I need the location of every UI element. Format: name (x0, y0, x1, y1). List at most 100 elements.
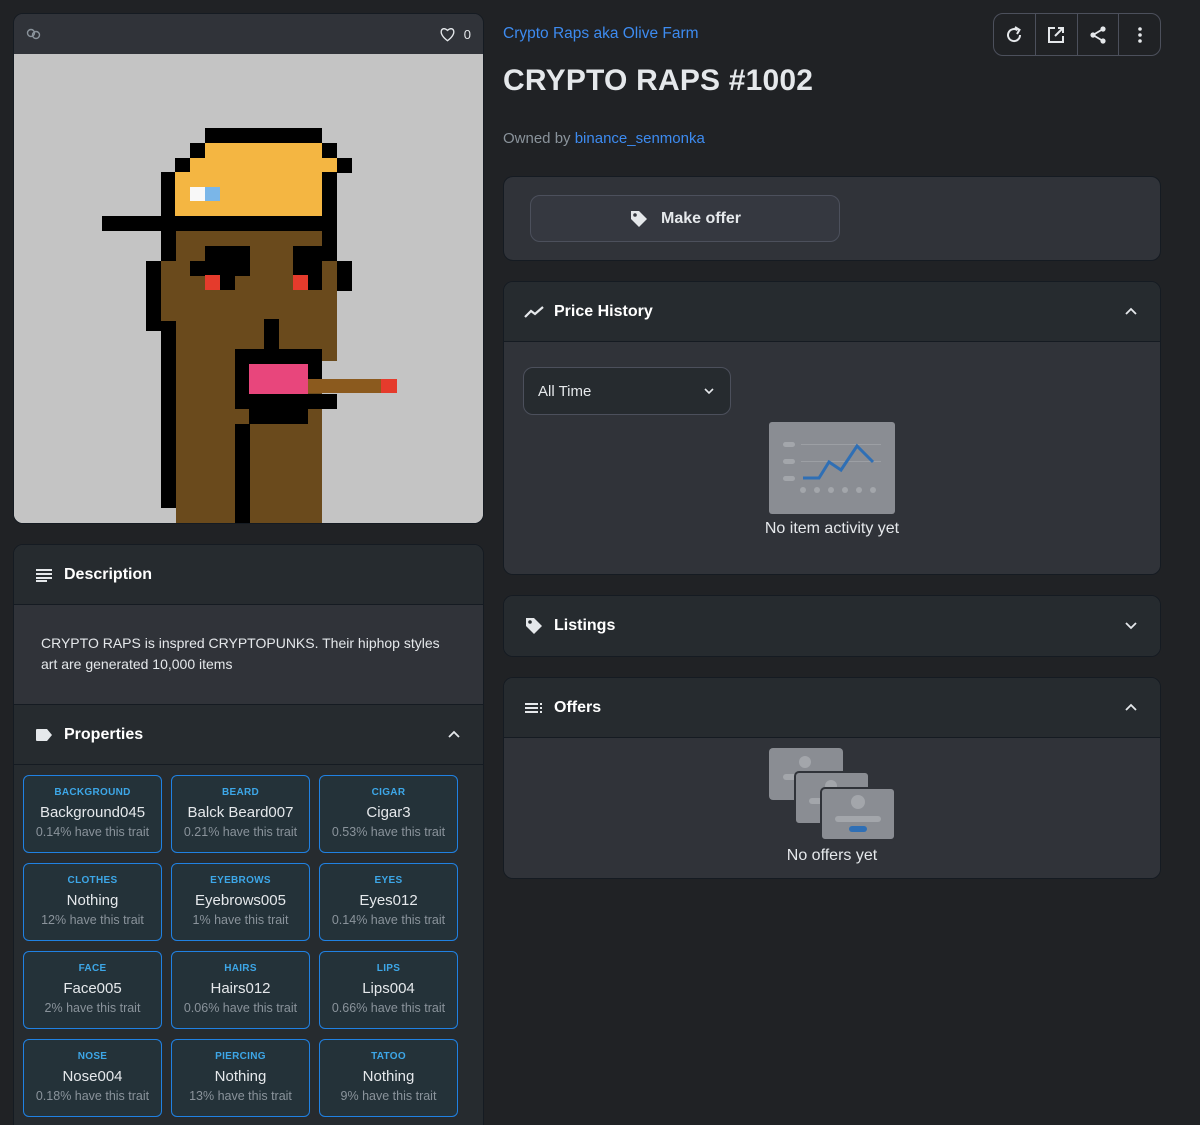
trait-type: TATOO (371, 1051, 406, 1062)
trait-type: PIERCING (215, 1051, 266, 1062)
trait-type: LIPS (376, 963, 401, 974)
trait-card-clothes[interactable]: CLOTHES Nothing 12% have this trait (23, 863, 162, 941)
favorite-count: 0 (463, 26, 471, 42)
lines-icon (34, 565, 54, 585)
trait-rarity: 2% have this trait (44, 1001, 141, 1015)
refresh-button[interactable] (994, 14, 1036, 55)
chevron-down-icon[interactable] (1124, 618, 1138, 632)
chevron-up-icon[interactable] (447, 727, 461, 741)
trait-rarity: 0.14% have this trait (331, 913, 446, 927)
owned-by: Owned by binance_senmonka (503, 130, 1161, 147)
listings-header[interactable]: Listings (504, 596, 1160, 656)
make-offer-button[interactable]: Make offer (530, 195, 840, 242)
chevron-up-icon[interactable] (1124, 304, 1138, 318)
trait-rarity: 0.14% have this trait (35, 825, 150, 839)
owner-link[interactable]: binance_senmonka (575, 130, 705, 147)
price-history-title: Price History (554, 302, 653, 320)
more-options-button[interactable] (1119, 14, 1160, 55)
trait-rarity: 12% have this trait (41, 913, 144, 927)
trait-rarity: 0.21% have this trait (183, 825, 298, 839)
offers-empty-text: No offers yet (786, 847, 878, 864)
trait-value: Nothing (66, 892, 119, 909)
trait-card-tatoo[interactable]: TATOO Nothing 9% have this trait (319, 1039, 458, 1117)
properties-title: Properties (64, 725, 144, 743)
trait-card-cigar[interactable]: CIGAR Cigar3 0.53% have this trait (319, 775, 458, 853)
trait-rarity: 0.18% have this trait (35, 1089, 150, 1103)
image-card-header: 0 (14, 14, 483, 54)
empty-chart-icon (769, 422, 895, 519)
trait-type: EYEBROWS (210, 875, 271, 886)
trait-card-piercing[interactable]: PIERCING Nothing 13% have this trait (171, 1039, 310, 1117)
trait-value: Lips004 (362, 980, 415, 997)
trait-value: Eyes012 (359, 892, 418, 909)
price-tag-icon (524, 616, 544, 636)
external-link-icon (1048, 26, 1065, 43)
description-header[interactable]: Description (14, 545, 483, 605)
price-history-panel: Price History All Time No item activity … (503, 281, 1161, 575)
chevron-down-icon (704, 388, 714, 395)
trait-card-nose[interactable]: NOSE Nose004 0.18% have this trait (23, 1039, 162, 1117)
properties-header[interactable]: Properties (14, 705, 483, 765)
trait-value: Balck Beard007 (187, 804, 294, 821)
description-text: CRYPTO RAPS is inspred CRYPTOPUNKS. Thei… (14, 605, 483, 704)
right-column: Crypto Raps aka Olive Farm CRYPTO RAPS #… (503, 13, 1161, 879)
empty-offers-icon (769, 748, 897, 847)
heart-icon (440, 27, 455, 41)
price-history-header[interactable]: Price History (504, 282, 1160, 342)
trait-type: CLOTHES (67, 875, 118, 886)
offers-body: No offers yet (504, 738, 1160, 878)
trait-type: CIGAR (371, 787, 406, 798)
nft-image[interactable] (14, 54, 483, 523)
trait-type: HAIRS (224, 963, 257, 974)
trait-value: Face005 (63, 980, 122, 997)
chevron-up-icon[interactable] (1124, 700, 1138, 714)
trait-card-hairs[interactable]: HAIRS Hairs012 0.06% have this trait (171, 951, 310, 1029)
item-title: CRYPTO RAPS #1002 (503, 64, 814, 97)
owned-by-label: Owned by (503, 130, 571, 147)
trait-card-eyes[interactable]: EYES Eyes012 0.14% have this trait (319, 863, 458, 941)
trait-rarity: 0.53% have this trait (331, 825, 446, 839)
price-tag-icon (630, 210, 647, 227)
trait-rarity: 13% have this trait (189, 1089, 292, 1103)
description-title: Description (64, 565, 153, 583)
trait-type: EYES (374, 875, 403, 886)
trait-rarity: 9% have this trait (340, 1089, 437, 1103)
offers-title: Offers (554, 698, 602, 716)
more-icon (1137, 26, 1142, 43)
share-button[interactable] (1078, 14, 1120, 55)
offers-header[interactable]: Offers (504, 678, 1160, 738)
trait-value: Cigar3 (366, 804, 411, 821)
trait-type: NOSE (77, 1051, 108, 1062)
blockchain-link-icon[interactable] (26, 26, 42, 42)
make-offer-label: Make offer (660, 209, 742, 227)
list-icon (524, 698, 544, 718)
trait-type: BEARD (221, 787, 260, 798)
left-column: 0 Description CRYPTO RAPS is inspred CRY… (13, 13, 484, 1125)
listings-panel: Listings (503, 595, 1161, 657)
trait-card-lips[interactable]: LIPS Lips004 0.66% have this trait (319, 951, 458, 1029)
trait-value: Hairs012 (210, 980, 271, 997)
trait-rarity: 1% have this trait (192, 913, 289, 927)
time-range-select[interactable]: All Time (523, 367, 731, 415)
properties-grid: BACKGROUND Background045 0.14% have this t… (14, 765, 483, 1125)
item-toolbar (993, 13, 1161, 56)
trait-card-eyebrows[interactable]: EYEBROWS Eyebrows005 1% have this trait (171, 863, 310, 941)
offers-panel: Offers No offers yet (503, 677, 1161, 879)
trait-card-face[interactable]: FACE Face005 2% have this trait (23, 951, 162, 1029)
trait-rarity: 0.66% have this trait (331, 1001, 446, 1015)
trait-card-beard[interactable]: BEARD Balck Beard007 0.21% have this trait (171, 775, 310, 853)
trend-line-icon (524, 302, 544, 322)
favorite-button[interactable]: 0 (439, 27, 471, 42)
trait-value: Eyebrows005 (195, 892, 286, 909)
label-tag-icon (34, 725, 54, 745)
trait-card-background[interactable]: BACKGROUND Background045 0.14% have this t… (23, 775, 162, 853)
listings-title: Listings (554, 617, 616, 634)
share-icon (1090, 25, 1106, 44)
trait-type: FACE (78, 963, 107, 974)
trait-value: Nose004 (62, 1068, 123, 1085)
open-external-button[interactable] (1036, 14, 1078, 55)
properties-panel: Properties BACKGROUND Background045 0.14% … (13, 705, 484, 1125)
trait-value: Nothing (362, 1068, 415, 1085)
description-panel: Description CRYPTO RAPS is inspred CRYPT… (13, 544, 484, 705)
trait-value: Nothing (214, 1068, 267, 1085)
